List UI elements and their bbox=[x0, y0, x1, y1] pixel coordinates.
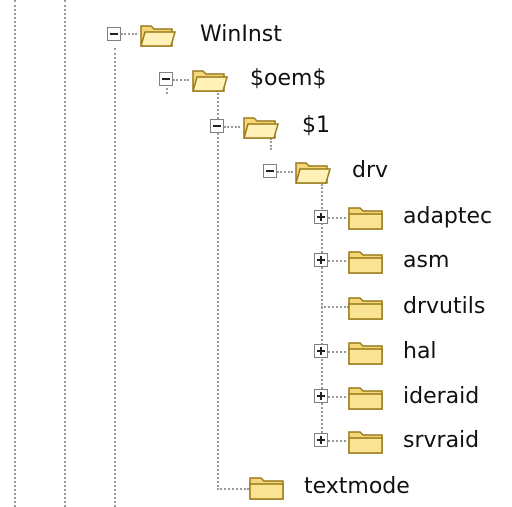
folder-open-icon bbox=[242, 112, 280, 140]
expand-toggle[interactable] bbox=[314, 210, 328, 224]
folder-closed-icon bbox=[347, 427, 385, 455]
collapse-toggle[interactable] bbox=[159, 72, 173, 86]
tree-connector bbox=[217, 488, 249, 490]
tree-node-label[interactable]: textmode bbox=[304, 474, 410, 500]
tree-connector bbox=[328, 260, 346, 262]
folder-closed-icon bbox=[248, 473, 286, 501]
tree-connector bbox=[321, 306, 349, 308]
tree-node-label[interactable]: adaptec bbox=[403, 204, 492, 230]
folder-closed-icon bbox=[347, 293, 385, 321]
tree-node-label[interactable]: WinInst bbox=[200, 22, 282, 48]
tree-guide-line bbox=[14, 0, 16, 507]
tree-node-label[interactable]: drv bbox=[352, 158, 388, 184]
expand-toggle[interactable] bbox=[314, 344, 328, 358]
collapse-toggle[interactable] bbox=[210, 119, 224, 133]
folder-closed-icon bbox=[347, 247, 385, 275]
tree-connector bbox=[121, 33, 137, 35]
tree-node-label[interactable]: $oem$ bbox=[250, 66, 326, 92]
tree-node-label[interactable]: hal bbox=[403, 339, 437, 365]
tree-guide-line bbox=[64, 0, 66, 507]
tree-node-label[interactable]: asm bbox=[403, 248, 449, 274]
folder-closed-icon bbox=[347, 203, 385, 231]
folder-open-icon bbox=[294, 157, 332, 185]
tree-connector bbox=[328, 396, 346, 398]
folder-tree: WinInst $oem$ $1 drv adaptec asm drvutil… bbox=[0, 0, 512, 507]
folder-closed-icon bbox=[347, 383, 385, 411]
tree-connector bbox=[277, 171, 293, 173]
folder-open-icon bbox=[139, 20, 177, 48]
tree-node-label[interactable]: srvraid bbox=[403, 428, 479, 454]
tree-connector bbox=[224, 126, 240, 128]
collapse-toggle[interactable] bbox=[107, 27, 121, 41]
tree-connector bbox=[114, 48, 116, 507]
expand-toggle[interactable] bbox=[314, 253, 328, 267]
tree-connector bbox=[173, 79, 189, 81]
tree-node-label[interactable]: $1 bbox=[302, 113, 330, 139]
folder-closed-icon bbox=[347, 338, 385, 366]
tree-node-label[interactable]: drvutils bbox=[403, 294, 485, 320]
expand-toggle[interactable] bbox=[314, 389, 328, 403]
folder-open-icon bbox=[191, 65, 229, 93]
tree-connector bbox=[328, 440, 346, 442]
tree-connector bbox=[217, 90, 219, 490]
tree-connector bbox=[328, 217, 346, 219]
collapse-toggle[interactable] bbox=[263, 164, 277, 178]
tree-node-label[interactable]: ideraid bbox=[403, 384, 479, 410]
expand-toggle[interactable] bbox=[314, 433, 328, 447]
tree-connector bbox=[328, 351, 346, 353]
